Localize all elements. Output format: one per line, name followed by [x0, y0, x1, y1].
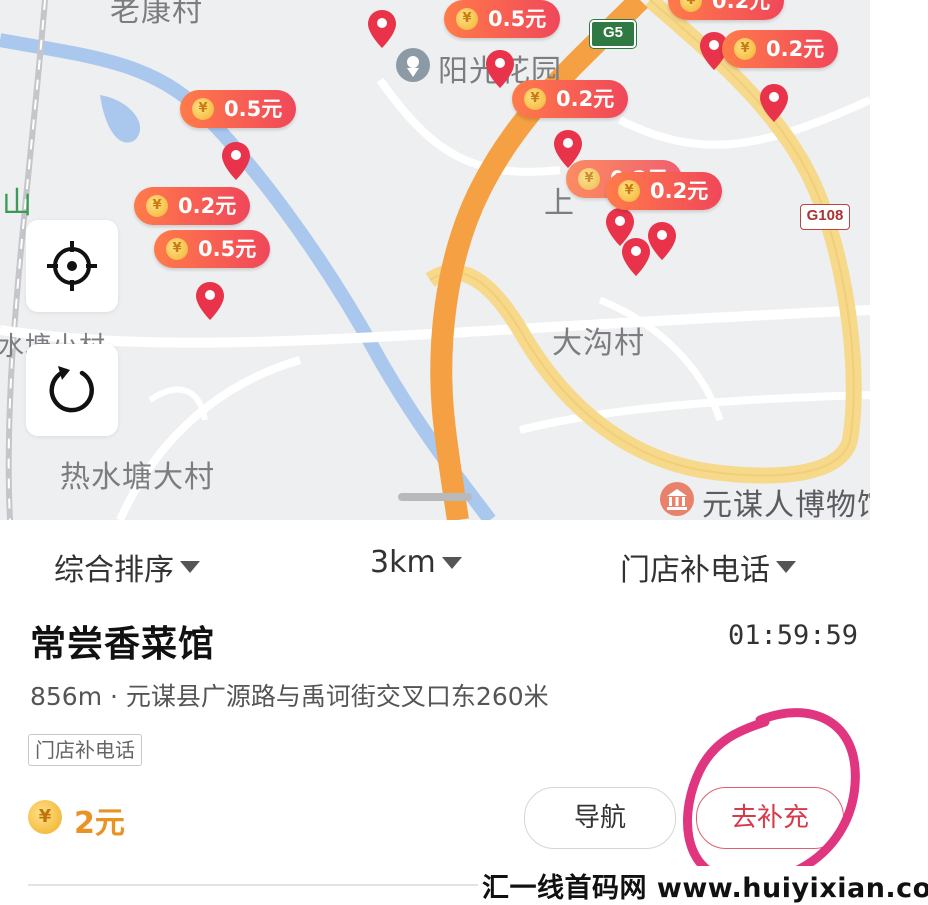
map-roads [0, 0, 870, 520]
reward-bubble[interactable]: ¥0.5元 [180, 90, 297, 128]
reward-bubble[interactable]: ¥0.5元 [444, 0, 561, 38]
coin-icon: ¥ [618, 180, 640, 202]
coin-icon: ¥ [192, 98, 214, 120]
coin-icon: ¥ [146, 195, 168, 217]
caret-down-icon [776, 561, 796, 573]
map-pin-icon[interactable] [604, 206, 636, 248]
museum-icon [660, 482, 694, 516]
place-dagou: 大沟村 [552, 326, 645, 361]
map-pin-icon[interactable] [646, 220, 678, 262]
coin-icon: ¥ [456, 8, 478, 30]
reward-bubble[interactable]: ¥0.2元 [606, 172, 723, 210]
refresh-button[interactable] [26, 344, 118, 436]
reward-bubble[interactable]: ¥0.2元 [722, 30, 839, 68]
crosshair-icon [47, 241, 97, 291]
place-shan: 山 [2, 186, 33, 221]
drag-handle[interactable] [398, 493, 472, 501]
sort-filter[interactable]: 综合排序 [54, 545, 200, 589]
map-pin-icon[interactable] [220, 140, 252, 182]
highway-shield-g108: G108 [800, 204, 850, 230]
poi-icon [396, 48, 430, 82]
coin-icon: ¥ [734, 38, 756, 60]
caret-down-icon [180, 561, 200, 573]
store-name: 常尝香菜馆 [30, 624, 216, 665]
reward-bubble[interactable]: ¥0.2元 [668, 0, 785, 20]
map-pin-icon[interactable] [194, 280, 226, 322]
coin-icon: ¥ [680, 0, 702, 12]
reward-bubble[interactable]: ¥0.2元 [512, 80, 629, 118]
reward-amount: 2元 [74, 806, 125, 841]
coin-icon: ¥ [28, 800, 62, 834]
type-filter[interactable]: 门店补电话 [620, 545, 796, 589]
coin-icon: ¥ [578, 168, 600, 190]
map-pin-icon[interactable] [758, 82, 790, 124]
place-museum: 元谋人博物馆 [702, 488, 870, 520]
locate-button[interactable] [26, 220, 118, 312]
refresh-icon [49, 366, 94, 413]
reward-bubble[interactable]: ¥0.2元 [134, 187, 251, 225]
map-pin-icon[interactable] [484, 48, 516, 90]
filter-bar: 综合排序 3km 门店补电话 [0, 545, 928, 589]
distance-filter[interactable]: 3km [370, 545, 462, 580]
map-view[interactable]: 老康村 阳光花园 大沟村 热水塘大村 水塘小村 元谋人博物馆 山 上 G5 G1… [0, 0, 870, 520]
reward-bubble[interactable]: ¥0.5元 [154, 230, 271, 268]
coin-icon: ¥ [166, 238, 188, 260]
place-reshuitang: 热水塘大村 [60, 460, 215, 495]
watermark: 汇一线首码网 www.huiyixian.com [478, 866, 928, 905]
navigate-button[interactable]: 导航 [524, 787, 676, 849]
countdown-timer: 01:59:59 [728, 620, 859, 651]
map-pin-icon[interactable] [366, 8, 398, 50]
caret-down-icon [441, 556, 462, 569]
store-address: 856m · 元谋县广源路与禹诃街交叉口东260米 [30, 682, 549, 711]
coin-icon: ¥ [524, 88, 546, 110]
highway-shield-g5: G5 [590, 20, 636, 48]
task-tag: 门店补电话 [28, 734, 142, 766]
annotation-circle [683, 708, 860, 886]
place-laokang: 老康村 [110, 0, 203, 29]
